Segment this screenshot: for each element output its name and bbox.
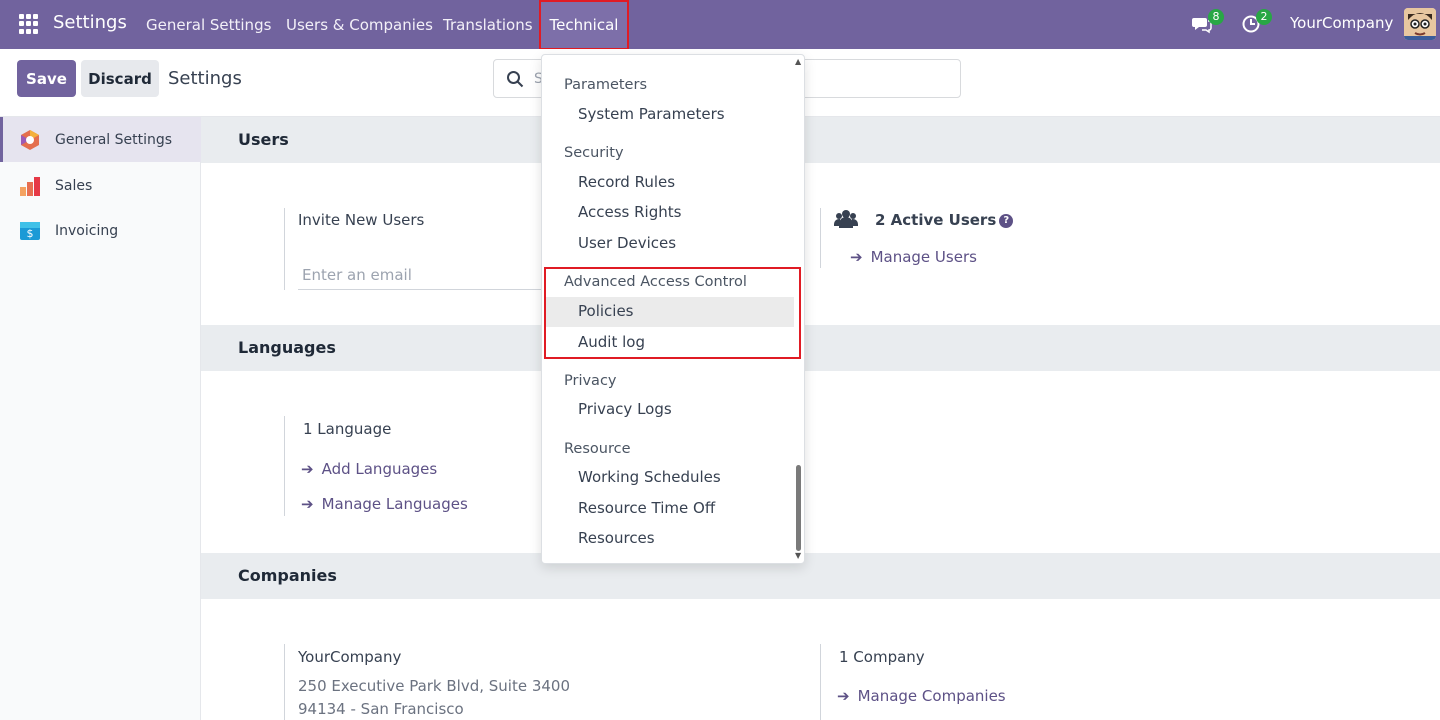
section-title: Users (238, 130, 289, 149)
sales-app-icon (19, 175, 41, 197)
top-navbar: Settings General Settings Users & Compan… (0, 0, 1440, 50)
company-count: 1 Company (839, 648, 925, 666)
sidebar-item-label: Invoicing (55, 222, 119, 239)
menu-technical[interactable]: Technical (539, 0, 629, 50)
settings-app-icon (19, 129, 41, 151)
section-title: Companies (238, 566, 337, 585)
breadcrumb-title: Settings (168, 68, 242, 89)
add-languages-link[interactable]: ➔ Add Languages (301, 460, 437, 478)
apps-menu-icon[interactable] (19, 14, 39, 34)
manage-languages-link[interactable]: ➔ Manage Languages (301, 495, 468, 513)
scrollbar[interactable] (796, 465, 801, 551)
menu-users-companies[interactable]: Users & Companies (286, 0, 433, 49)
menu-general-settings[interactable]: General Settings (146, 0, 271, 49)
menu-item-user-devices[interactable]: User Devices (546, 229, 794, 259)
menu-item-access-rights[interactable]: Access Rights (546, 198, 794, 228)
dropdown-header-parameters: Parameters (564, 77, 647, 93)
dropdown-header-security: Security (564, 145, 624, 161)
sidebar-item-label: General Settings (55, 131, 173, 148)
manage-companies-link[interactable]: ➔ Manage Companies (837, 687, 1006, 705)
search-icon (506, 70, 524, 92)
settings-main: Users Invite New Users Enter an email 2 … (201, 117, 1440, 720)
email-placeholder: Enter an email (302, 266, 412, 284)
menu-item-privacy-logs[interactable]: Privacy Logs (546, 395, 794, 425)
sidebar-item-sales[interactable]: Sales (0, 163, 201, 208)
divider (820, 208, 821, 268)
menu-item-record-rules[interactable]: Record Rules (546, 168, 794, 198)
settings-sidebar: General Settings Sales $ Invoicing (0, 117, 201, 720)
arrow-right-icon: ➔ (301, 460, 314, 478)
manage-users-link[interactable]: ➔ Manage Users (850, 248, 977, 266)
menu-item-resources[interactable]: Resources (546, 524, 794, 554)
company-switcher[interactable]: YourCompany (1290, 14, 1393, 32)
invite-users-label: Invite New Users (298, 211, 425, 229)
discard-button[interactable]: Discard (81, 60, 159, 97)
active-users-count: 2 Active Users? (875, 211, 1014, 229)
company-name: YourCompany (298, 648, 402, 666)
sidebar-item-label: Sales (55, 177, 93, 194)
section-companies: Companies (201, 553, 1440, 599)
save-button[interactable]: Save (17, 60, 76, 97)
arrow-right-icon: ➔ (301, 495, 314, 513)
dropdown-header-privacy: Privacy (564, 373, 617, 389)
messages-badge: 8 (1208, 9, 1224, 25)
divider (284, 644, 285, 720)
menu-item-working-schedules[interactable]: Working Schedules (546, 463, 794, 493)
arrow-right-icon: ➔ (837, 687, 850, 705)
users-group-icon (834, 209, 858, 233)
language-count: 1 Language (303, 420, 392, 438)
scroll-down-icon[interactable]: ▼ (795, 552, 803, 560)
section-users: Users (201, 117, 1440, 163)
dropdown-header-resource: Resource (564, 441, 631, 457)
help-icon[interactable]: ? (999, 213, 1014, 228)
divider (284, 208, 285, 290)
arrow-right-icon: ➔ (850, 248, 863, 266)
scroll-up-icon[interactable]: ▲ (795, 58, 803, 66)
highlight-frame (544, 267, 801, 359)
activities-badge: 2 (1256, 9, 1272, 25)
sidebar-item-general-settings[interactable]: General Settings (0, 117, 201, 162)
svg-text:$: $ (27, 227, 34, 240)
invoicing-app-icon: $ (19, 220, 41, 242)
company-address-line1: 250 Executive Park Blvd, Suite 3400 (298, 677, 571, 695)
email-field[interactable]: Enter an email (298, 260, 548, 290)
company-address-line2: 94134 - San Francisco (298, 700, 464, 718)
menu-item-resource-time-off[interactable]: Resource Time Off (546, 494, 794, 524)
user-avatar[interactable] (1404, 8, 1436, 40)
divider (820, 644, 821, 720)
app-title[interactable]: Settings (53, 12, 127, 33)
section-languages: Languages (201, 325, 1440, 371)
menu-item-system-parameters[interactable]: System Parameters (546, 100, 794, 130)
section-title: Languages (238, 338, 336, 357)
divider (284, 416, 285, 516)
sidebar-item-invoicing[interactable]: $ Invoicing (0, 208, 201, 253)
menu-translations[interactable]: Translations (443, 0, 533, 49)
